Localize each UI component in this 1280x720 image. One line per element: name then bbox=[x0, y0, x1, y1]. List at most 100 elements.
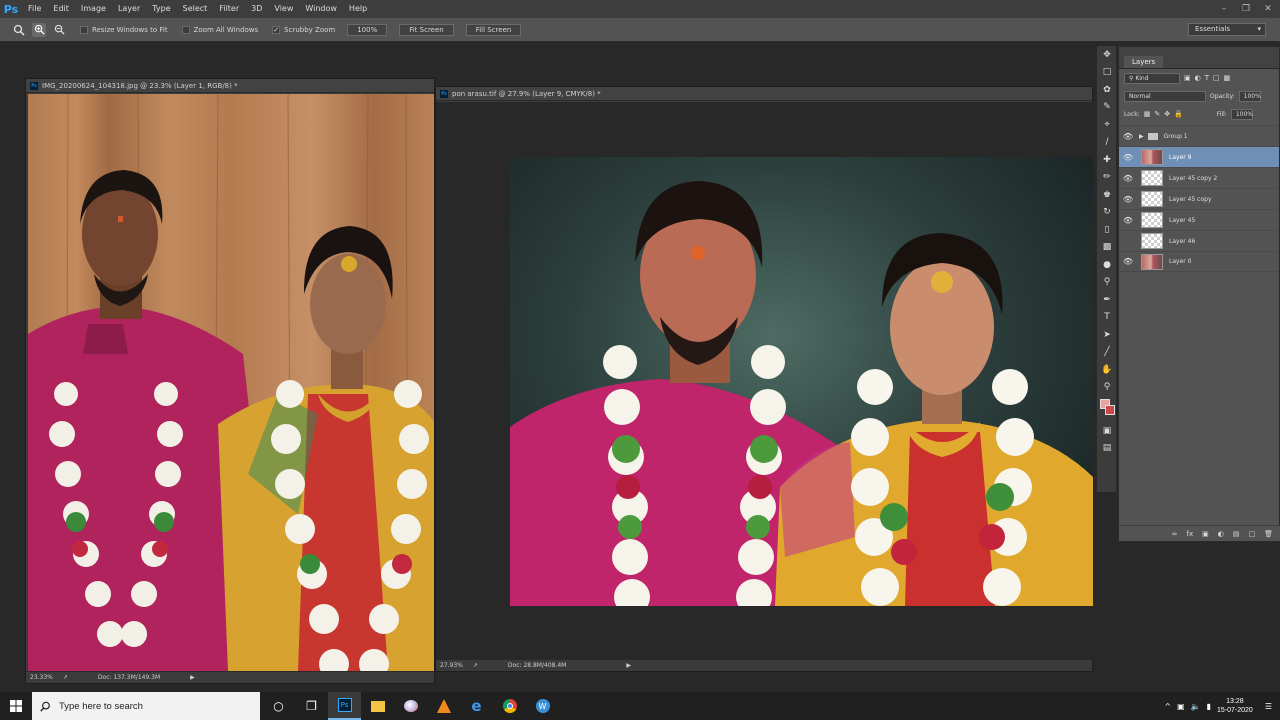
menu-help[interactable]: Help bbox=[343, 0, 373, 18]
task-view-icon[interactable]: ❐ bbox=[295, 692, 328, 720]
clone-stamp-tool-icon[interactable]: ♚ bbox=[1097, 186, 1117, 204]
lock-transparency-icon[interactable]: ▦ bbox=[1144, 110, 1151, 118]
layer-style-icon[interactable]: fx bbox=[1187, 530, 1194, 538]
gradient-tool-icon[interactable]: ▩ bbox=[1097, 239, 1117, 257]
lock-pixels-icon[interactable]: ✎ bbox=[1154, 110, 1160, 118]
zoom-tool-icon[interactable]: ⚲ bbox=[1097, 379, 1117, 397]
edge-browser-icon[interactable]: e bbox=[460, 692, 493, 720]
file-explorer-icon[interactable] bbox=[361, 692, 394, 720]
layer-row-layer-46[interactable]: 👁 Layer 46 bbox=[1119, 230, 1279, 251]
layer-row-layer-45[interactable]: 👁 Layer 45 bbox=[1119, 209, 1279, 230]
type-tool-icon[interactable]: T bbox=[1097, 309, 1117, 327]
menu-filter[interactable]: Filter bbox=[213, 0, 245, 18]
eyedropper-tool-icon[interactable]: ∕ bbox=[1097, 134, 1117, 152]
crop-tool-icon[interactable]: ⌖ bbox=[1097, 116, 1117, 134]
add-mask-icon[interactable]: ▣ bbox=[1202, 530, 1209, 538]
menu-edit[interactable]: Edit bbox=[47, 0, 75, 18]
zoom-level-2[interactable]: 27.93% bbox=[440, 662, 463, 669]
new-group-icon[interactable]: ▤ bbox=[1233, 530, 1240, 538]
photoshop-taskbar-icon[interactable]: Ps bbox=[328, 692, 361, 720]
screen-mode-icon[interactable]: ▤ bbox=[1097, 440, 1117, 458]
zoom-tool-icon[interactable] bbox=[12, 23, 26, 37]
line-tool-icon[interactable]: ╱ bbox=[1097, 344, 1117, 362]
checkbox-unchecked[interactable] bbox=[181, 25, 190, 34]
fill-input[interactable]: 100% bbox=[1230, 108, 1253, 120]
path-select-tool-icon[interactable]: ➤ bbox=[1097, 326, 1117, 344]
healing-brush-tool-icon[interactable]: ✚ bbox=[1097, 151, 1117, 169]
menu-type[interactable]: Type bbox=[146, 0, 176, 18]
adjustment-layer-icon[interactable]: ◐ bbox=[1218, 530, 1224, 538]
resize-windows-checkbox[interactable]: Resize Windows to Fit bbox=[80, 25, 168, 34]
original-photo-canvas[interactable] bbox=[28, 94, 434, 671]
zoom-level-1[interactable]: 23.33% bbox=[30, 674, 53, 681]
expand-arrow-icon[interactable]: ▶ bbox=[1139, 133, 1144, 140]
pen-tool-icon[interactable]: ✒ bbox=[1097, 291, 1117, 309]
marquee-tool-icon[interactable]: □ bbox=[1097, 64, 1117, 82]
blur-tool-icon[interactable]: ● bbox=[1097, 256, 1117, 274]
hand-tool-icon[interactable]: ✋ bbox=[1097, 361, 1117, 379]
layer-row-layer-9[interactable]: 👁 Layer 9 bbox=[1119, 146, 1279, 167]
visibility-eye-icon[interactable]: 👁 bbox=[1119, 195, 1137, 204]
paint-app-icon[interactable] bbox=[394, 692, 427, 720]
brush-tool-icon[interactable]: ✏ bbox=[1097, 169, 1117, 187]
filter-smart-object-icon[interactable]: ▩ bbox=[1224, 74, 1231, 82]
status-arrow-icon[interactable]: ▶ bbox=[626, 662, 631, 669]
volume-icon[interactable]: 🔈 bbox=[1191, 702, 1201, 711]
color-swatches[interactable] bbox=[1097, 396, 1117, 422]
lock-position-icon[interactable]: ✥ bbox=[1164, 110, 1170, 118]
dodge-tool-icon[interactable]: ⚲ bbox=[1097, 274, 1117, 292]
move-tool-icon[interactable]: ✥ bbox=[1097, 46, 1117, 64]
quick-mask-icon[interactable]: ▣ bbox=[1097, 422, 1117, 440]
visibility-eye-icon[interactable]: 👁 bbox=[1119, 257, 1137, 266]
filter-pixel-icon[interactable]: ▣ bbox=[1184, 74, 1191, 82]
document-window-1[interactable]: Ps IMG_20200624_104318.jpg @ 23.3% (Laye… bbox=[25, 78, 435, 684]
zoom-in-icon[interactable] bbox=[32, 22, 46, 37]
lasso-tool-icon[interactable]: ✿ bbox=[1097, 81, 1117, 99]
delete-layer-icon[interactable]: 🗑 bbox=[1264, 530, 1273, 538]
menu-image[interactable]: Image bbox=[75, 0, 112, 18]
visibility-eye-icon[interactable]: 👁 bbox=[1119, 174, 1137, 183]
checkbox-unchecked[interactable] bbox=[80, 25, 88, 34]
menu-view[interactable]: View bbox=[268, 0, 299, 18]
filter-kind-dropdown[interactable]: ⚲ Kind bbox=[1124, 72, 1180, 84]
menu-window[interactable]: Window bbox=[299, 0, 343, 18]
app-w-icon[interactable]: W bbox=[526, 692, 559, 720]
filter-shape-icon[interactable]: □ bbox=[1213, 74, 1220, 82]
layer-row-layer-45-copy-2[interactable]: 👁 Layer 45 copy 2 bbox=[1119, 167, 1279, 188]
visibility-eye-icon[interactable]: 👁 bbox=[1119, 153, 1137, 162]
close-icon[interactable]: ✕ bbox=[1262, 4, 1274, 14]
layer-row-layer-0[interactable]: 👁 Layer 0 bbox=[1119, 251, 1279, 272]
visibility-hidden-box[interactable]: 👁 bbox=[1119, 237, 1137, 246]
minimize-icon[interactable]: – bbox=[1218, 4, 1230, 14]
battery-icon[interactable]: ▮ bbox=[1207, 702, 1211, 711]
filter-type-icon[interactable]: T bbox=[1205, 74, 1209, 82]
layer-row-group-1[interactable]: 👁 ▶ Group 1 bbox=[1119, 125, 1279, 146]
eraser-tool-icon[interactable]: ▯ bbox=[1097, 221, 1117, 239]
menu-select[interactable]: Select bbox=[177, 0, 214, 18]
zoom-out-icon[interactable] bbox=[52, 23, 66, 37]
menu-3d[interactable]: 3D bbox=[245, 0, 268, 18]
opacity-input[interactable]: 100% bbox=[1238, 90, 1261, 102]
windows-start-button[interactable] bbox=[0, 692, 32, 720]
visibility-eye-icon[interactable]: 👁 bbox=[1119, 216, 1137, 225]
new-layer-icon[interactable]: □ bbox=[1248, 530, 1255, 538]
document-tab-1[interactable]: Ps IMG_20200624_104318.jpg @ 23.3% (Laye… bbox=[26, 79, 434, 93]
blend-mode-dropdown[interactable]: Normal bbox=[1124, 90, 1206, 102]
clock[interactable]: 13:28 15-07-2020 bbox=[1217, 697, 1253, 715]
fit-screen-button[interactable]: Fit Screen bbox=[399, 23, 454, 36]
lock-all-icon[interactable]: 🔒 bbox=[1174, 110, 1183, 118]
taskbar-search[interactable]: Type here to search bbox=[32, 692, 260, 720]
menu-file[interactable]: File bbox=[22, 0, 47, 18]
layers-tab[interactable]: Layers bbox=[1124, 56, 1164, 68]
scrubby-zoom-checkbox[interactable]: ✓ Scrubby Zoom bbox=[272, 25, 335, 34]
network-icon[interactable]: ▣ bbox=[1177, 702, 1185, 711]
painted-portrait-canvas[interactable] bbox=[510, 157, 1093, 606]
restore-icon[interactable]: ❐ bbox=[1240, 4, 1252, 14]
checkbox-checked[interactable]: ✓ bbox=[272, 25, 281, 34]
background-color-swatch[interactable] bbox=[1105, 405, 1115, 415]
chevron-up-icon[interactable]: ^ bbox=[1164, 702, 1171, 711]
menu-layer[interactable]: Layer bbox=[112, 0, 146, 18]
history-brush-tool-icon[interactable]: ↻ bbox=[1097, 204, 1117, 222]
document-window-2[interactable]: Ps pon arasu.tif @ 27.9% (Layer 9, CMYK/… bbox=[435, 86, 1094, 672]
document-tab-2[interactable]: Ps pon arasu.tif @ 27.9% (Layer 9, CMYK/… bbox=[436, 87, 1092, 101]
